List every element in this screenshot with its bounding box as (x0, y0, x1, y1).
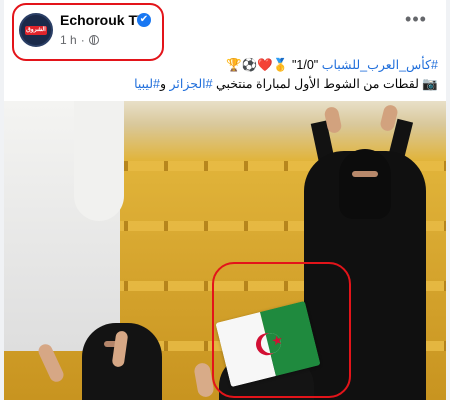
caption-text: لقطات من الشوط الأول لمباراة منتخبي (216, 77, 419, 91)
post-caption: #كأس_العرب_للشباب "1/0" 🥇❤️⚽🏆 📷 لقطات من… (14, 56, 438, 94)
hashtag-libya[interactable]: #ليبيا (134, 77, 160, 91)
caption-line-2: 📷 لقطات من الشوط الأول لمباراة منتخبي #ا… (14, 75, 438, 94)
woman-eyes (352, 171, 378, 177)
more-options-icon[interactable]: ••• (402, 10, 430, 34)
caption-and: و (159, 77, 167, 91)
caption-line-1: #كأس_العرب_للشباب "1/0" 🥇❤️⚽🏆 (14, 56, 438, 75)
hashtag-arab-cup-youth[interactable]: #كأس_العرب_للشباب (322, 58, 438, 72)
camera-icon: 📷 (422, 77, 438, 91)
post-photo[interactable]: ★ (4, 101, 446, 400)
hashtag-algeria[interactable]: #الجزائر (170, 77, 213, 91)
red-highlight-circle-flag (212, 262, 351, 398)
post-header: الشروق Echorouk TV ✔ 1 h · ••• (4, 0, 446, 61)
man-arm (74, 101, 124, 221)
woman-head (339, 149, 391, 219)
caption-emojis: 🥇❤️⚽🏆 (226, 58, 289, 72)
red-highlight-circle-header (12, 3, 164, 61)
caption-score: "1/0" (291, 58, 319, 72)
post-card: الشروق Echorouk TV ✔ 1 h · ••• #كأس_العر… (4, 0, 446, 400)
